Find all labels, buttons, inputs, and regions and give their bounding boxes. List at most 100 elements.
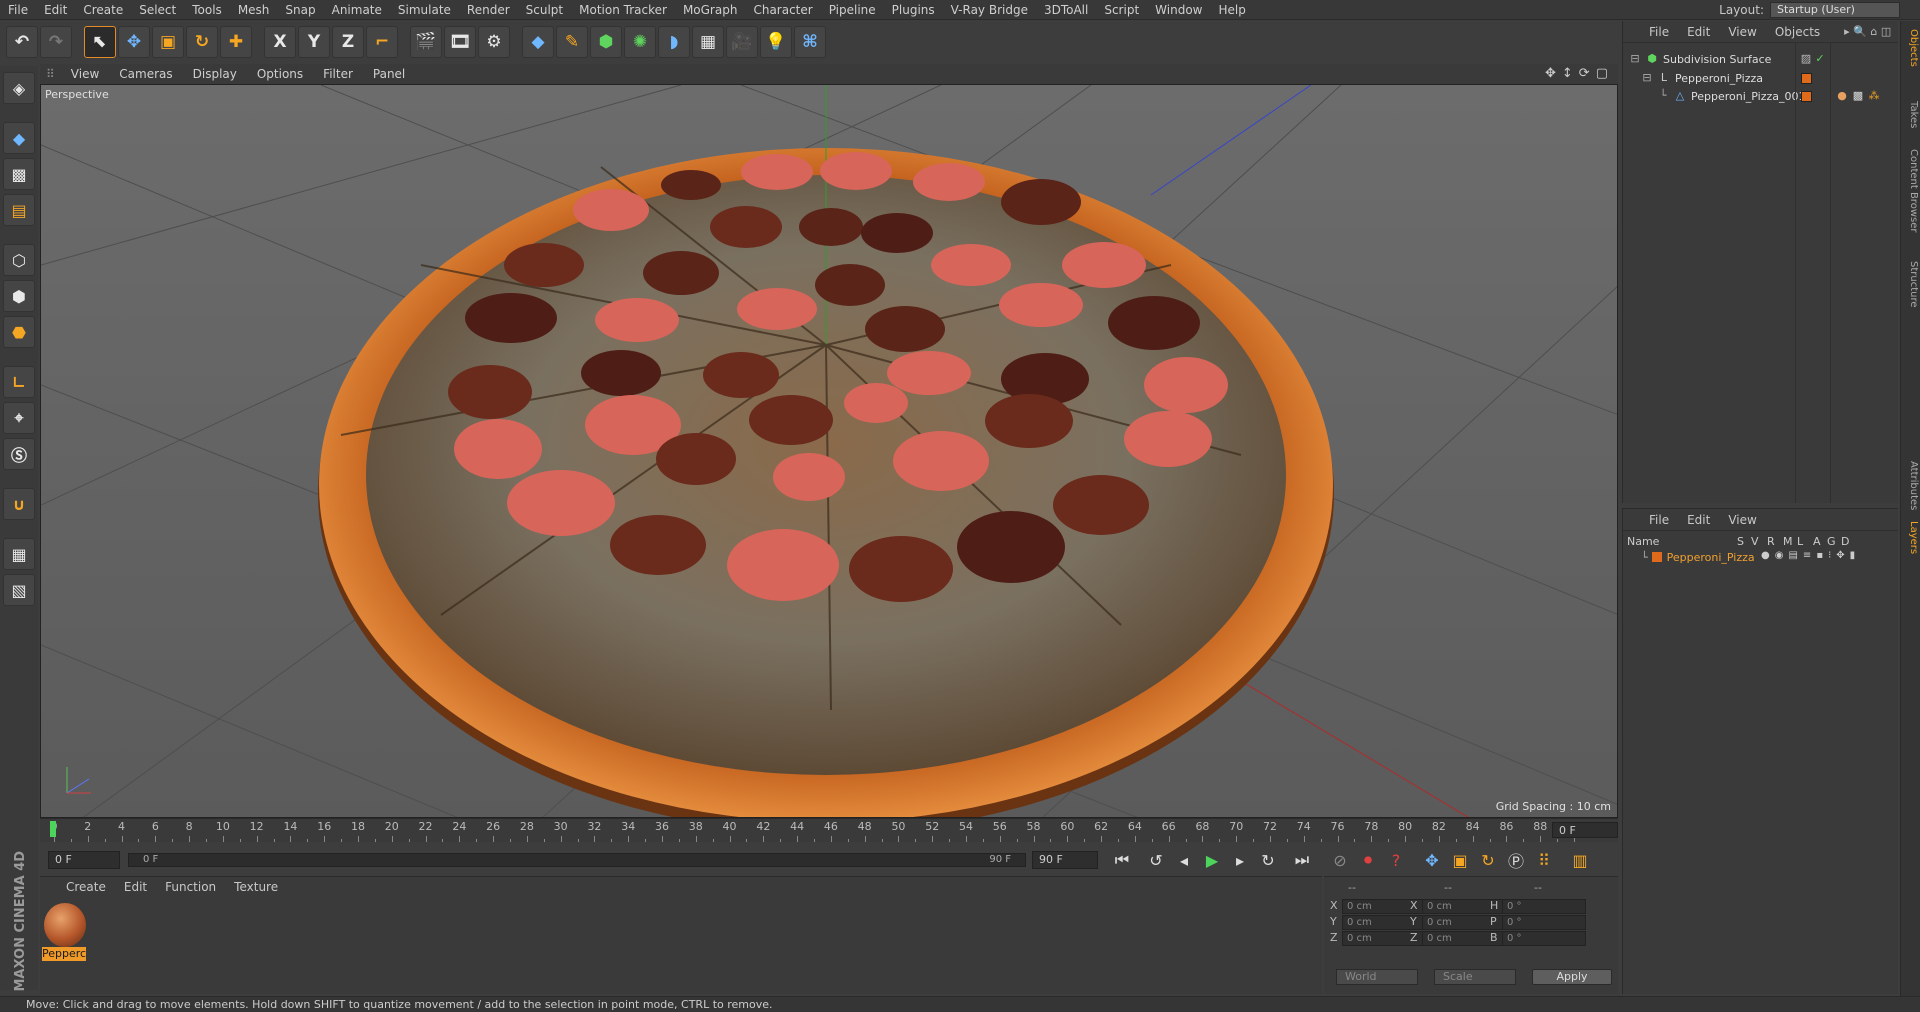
menu-item-tools[interactable]: Tools (184, 0, 230, 20)
view-toggle-icon[interactable]: ◉ (1775, 550, 1784, 561)
menu-item-character[interactable]: Character (745, 0, 820, 20)
animation-toggle-icon[interactable]: ⁝ (1828, 550, 1831, 561)
object-row-pepperoni-pizza[interactable]: ⊟ L Pepperoni_Pizza (1641, 69, 1763, 87)
material-menu-edit[interactable]: Edit (124, 880, 147, 894)
viewport-menu-display[interactable]: Display (183, 67, 247, 81)
motion-record-icon[interactable]: ⊘ (1328, 848, 1352, 872)
deformers-toggle-icon[interactable]: ▮ (1850, 550, 1856, 561)
side-tab-structure[interactable]: Structure (1903, 261, 1919, 308)
layout-dropdown[interactable]: Startup (User) (1770, 2, 1900, 18)
planar-workplane-icon[interactable]: ▧ (3, 574, 35, 606)
light-icon[interactable]: 💡 (760, 26, 792, 58)
menu-item-select[interactable]: Select (131, 0, 184, 20)
deformer-icon[interactable]: ◗ (658, 26, 690, 58)
menu-item-render[interactable]: Render (459, 0, 518, 20)
render-picture-viewer-icon[interactable]: 🎞 (444, 26, 476, 58)
make-editable-icon[interactable]: ◈ (3, 72, 35, 104)
material-menu-create[interactable]: Create (66, 880, 106, 894)
material-preview-ball[interactable] (44, 903, 86, 947)
scale-tool-icon[interactable]: ▣ (152, 26, 184, 58)
transform-tool-icon[interactable]: ✚ (220, 26, 252, 58)
layer-color-swatch[interactable] (1801, 91, 1812, 102)
material-menu-texture[interactable]: Texture (234, 880, 278, 894)
floor-icon[interactable]: ▦ (692, 26, 724, 58)
pen-spline-icon[interactable]: ✎ (556, 26, 588, 58)
menu-item-mesh[interactable]: Mesh (230, 0, 278, 20)
next-frame-icon[interactable]: ▸ (1228, 848, 1252, 872)
camera-icon[interactable]: 🎥 (726, 26, 758, 58)
rotate-tool-icon[interactable]: ↻ (186, 26, 218, 58)
move-tool-icon[interactable]: ✥ (118, 26, 150, 58)
menu-item-mograph[interactable]: MoGraph (675, 0, 746, 20)
menu-item-file[interactable]: File (0, 0, 36, 20)
texture-mode-icon[interactable]: ▩ (3, 158, 35, 190)
menu-item-motion-tracker[interactable]: Motion Tracker (571, 0, 675, 20)
menu-item-simulate[interactable]: Simulate (390, 0, 459, 20)
object-manager-tools-icon[interactable]: ▸ 🔍 ⌂ ◫ (1844, 25, 1891, 38)
undo-icon[interactable]: ↶ (6, 26, 38, 58)
menu-item-edit[interactable]: Edit (36, 0, 75, 20)
object-menu-file[interactable]: File (1649, 25, 1669, 39)
frame-display-field[interactable]: 0 F (1552, 822, 1618, 838)
maximize-icon[interactable]: ▢ (1596, 66, 1608, 81)
menu-item-animate[interactable]: Animate (324, 0, 390, 20)
menu-item-v-ray-bridge[interactable]: V-Ray Bridge (943, 0, 1036, 20)
loop-back-icon[interactable]: ↺ (1144, 848, 1168, 872)
model-mode-icon[interactable]: ◆ (3, 122, 35, 154)
menu-item-window[interactable]: Window (1147, 0, 1210, 20)
go-to-start-icon[interactable]: ⏮ (1110, 848, 1134, 872)
texture-tag-icon[interactable]: ▩ (1851, 89, 1865, 103)
side-tab-objects[interactable]: Objects (1903, 29, 1919, 67)
menu-item-help[interactable]: Help (1210, 0, 1253, 20)
layer-menu-edit[interactable]: Edit (1687, 513, 1710, 527)
points-mode-icon[interactable]: ⬡ (3, 244, 35, 276)
timeline-ruler[interactable]: 0246810121416182022242628303234363840424… (40, 818, 1618, 842)
expand-icon[interactable]: ⊟ (1629, 53, 1641, 65)
play-icon[interactable]: ▶ (1200, 848, 1224, 872)
menu-item-create[interactable]: Create (75, 0, 131, 20)
coord-value-field[interactable]: 0 ° (1502, 899, 1586, 914)
tweak-mode-icon[interactable]: ⌖ (3, 402, 35, 434)
menu-item-sculpt[interactable]: Sculpt (518, 0, 571, 20)
menu-item-script[interactable]: Script (1096, 0, 1147, 20)
dolly-icon[interactable]: ↕ (1562, 66, 1573, 81)
cloner-icon[interactable]: ✺ (624, 26, 656, 58)
side-tab-takes[interactable]: Takes (1903, 101, 1919, 128)
playhead-marker[interactable] (50, 821, 56, 837)
perspective-viewport[interactable]: Perspective Grid Spacing : 10 cm (40, 84, 1618, 818)
coord-mode-dropdown[interactable]: World (1336, 969, 1418, 985)
object-row-subdivision[interactable]: ⊟ ⬢ Subdivision Surface (1629, 50, 1771, 68)
deformer-toggle-icon[interactable]: ▨ (1799, 52, 1813, 66)
layer-menu-view[interactable]: View (1728, 513, 1756, 527)
end-frame-field[interactable]: 90 F (1032, 851, 1098, 869)
x-axis-lock-button[interactable]: X (264, 26, 296, 58)
uvw-tag-icon[interactable]: ⁂ (1867, 89, 1881, 103)
viewport-menu-view[interactable]: View (61, 67, 109, 81)
key-pla-icon[interactable]: ⠿ (1532, 848, 1556, 872)
select-tool-icon[interactable]: ⬉ (84, 26, 116, 58)
object-menu-view[interactable]: View (1728, 25, 1756, 39)
key-rotation-icon[interactable]: ↻ (1476, 848, 1500, 872)
generators-toggle-icon[interactable]: ✥ (1836, 550, 1844, 561)
render-view-icon[interactable]: 🎬 (410, 26, 442, 58)
python-icon[interactable]: ⌘ (794, 26, 826, 58)
apply-button[interactable]: Apply (1532, 969, 1612, 985)
coordinate-system-icon[interactable]: ⌐ (366, 26, 398, 58)
menu-item-snap[interactable]: Snap (277, 0, 323, 20)
menu-item-plugins[interactable]: Plugins (884, 0, 943, 20)
lock-toggle-icon[interactable]: ▪ (1816, 550, 1823, 561)
axis-mode-icon[interactable]: ∟ (3, 366, 35, 398)
orbit-icon[interactable]: ⟳ (1579, 66, 1590, 81)
solo-toggle-icon[interactable]: ● (1761, 550, 1770, 561)
render-settings-icon[interactable]: ⚙ (478, 26, 510, 58)
autokey-icon[interactable]: ? (1384, 848, 1408, 872)
y-axis-lock-button[interactable]: Y (298, 26, 330, 58)
material-menu-function[interactable]: Function (165, 880, 216, 894)
side-tab-layers[interactable]: Layers (1903, 521, 1919, 554)
coord-scale-dropdown[interactable]: Scale (1434, 969, 1516, 985)
record-keyframe-icon[interactable]: ⏺ (1356, 848, 1380, 872)
coord-value-field[interactable]: 0 ° (1502, 915, 1586, 930)
loop-forward-icon[interactable]: ↻ (1256, 848, 1280, 872)
key-position-icon[interactable]: ✥ (1420, 848, 1444, 872)
coord-value-field[interactable]: 0 ° (1502, 931, 1586, 946)
